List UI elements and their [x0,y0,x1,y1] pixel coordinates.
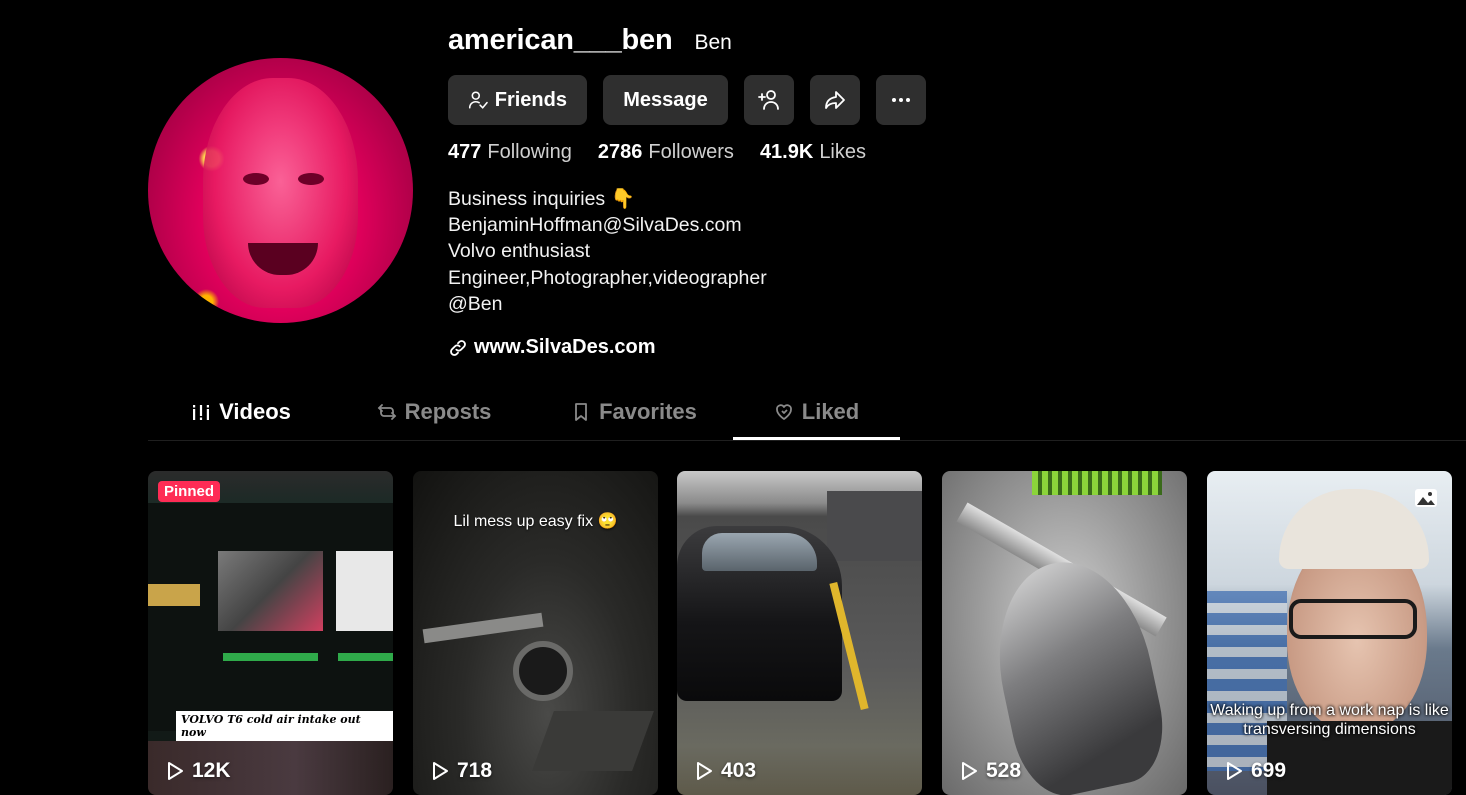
pinned-badge: Pinned [158,481,221,502]
tab-favorites[interactable]: Favorites [554,384,714,440]
thumbnail-detail [1032,471,1162,495]
stat-value: 2786 [597,141,643,163]
view-count: 403 [695,759,756,783]
stat-label: Following [487,141,572,163]
view-count: 718 [431,759,492,783]
view-count-value: 403 [721,759,757,782]
avatar-eye-left [243,173,269,185]
user-check-icon [468,91,488,109]
stat-followers[interactable]: 2786 Followers [598,141,734,164]
video-caption: Lil mess up easy fix 🙄 [453,513,618,530]
tab-label: Favorites [599,399,697,424]
heart-outline-icon [775,404,792,420]
video-caption: VOLVO T6 cold air intake out now [176,711,393,741]
more-dots-icon [892,98,910,102]
stat-value: 477 [448,141,482,163]
stat-label: Likes [819,141,867,163]
view-count-value: 718 [457,759,493,782]
username: american___ben [448,24,673,56]
thumbnail-detail [1289,599,1417,639]
tab-label: Liked [801,399,860,424]
thumbnail-detail [338,653,393,661]
play-outline-icon [433,762,448,780]
bio-line: Engineer,Photographer,videographer [448,266,767,289]
bio-line: Business inquiries 👇 [448,188,635,210]
message-button[interactable]: Message [603,75,728,125]
thumbnail-detail [827,491,922,561]
thumbnail-detail [422,612,544,644]
stat-likes: 41.9K Likes [760,141,866,164]
tab-videos[interactable]: Videos [148,384,334,440]
profile-stats: 477 Following 2786 Followers 41.9K Likes [448,141,866,164]
friends-button-label: Friends [494,88,567,111]
profile-website-link[interactable]: www.SilvaDes.com [448,336,656,359]
suggest-account-button[interactable] [744,75,794,125]
video-card[interactable]: 528 [942,471,1187,795]
thumbnail-detail [532,711,654,771]
view-count-value: 528 [986,759,1022,782]
add-user-icon [758,90,779,110]
play-outline-icon [1227,762,1242,780]
bio-line: Volvo enthusiast [448,240,591,263]
view-count: 528 [960,759,1021,783]
repost-icon [377,404,396,420]
thumbnail-detail [1279,489,1429,569]
play-outline-icon [697,762,712,780]
video-card[interactable]: Waking up from a work nap is like transv… [1207,471,1452,795]
profile-avatar[interactable] [148,58,413,323]
share-button[interactable] [810,75,860,125]
view-count: 699 [1225,759,1286,783]
play-outline-icon [168,762,183,780]
thumbnail-detail [702,533,817,571]
stat-label: Followers [648,141,734,163]
tab-liked[interactable]: Liked [733,384,900,440]
grid-lines-icon [193,405,210,420]
thumbnail-detail [148,584,200,606]
active-tab-indicator [733,437,900,440]
tab-label: Reposts [404,399,492,424]
website-text: www.SilvaDes.com [474,336,656,358]
nickname: Ben [694,31,732,54]
view-count-value: 699 [1251,759,1287,782]
bookmark-icon [575,403,587,421]
photo-carousel-icon [1415,489,1437,507]
view-count-value: 12K [192,759,231,782]
video-card[interactable]: Pinned VOLVO T6 cold air intake out now … [148,471,393,795]
thumbnail-detail [336,551,393,631]
profile-page: american___ben Ben Friends Message 477 F… [0,0,1466,795]
stat-value: 41.9K [759,141,814,163]
thumbnail-detail [513,641,573,701]
link-icon [450,339,466,356]
profile-tabs: Videos Reposts Favorites Liked [148,384,1466,441]
tab-label: Videos [219,399,291,424]
view-count: 12K [166,759,231,783]
share-arrow-icon [825,91,845,109]
user-title-row: american___ben Ben [448,24,732,57]
thumbnail-detail [979,547,1175,795]
profile-bio: Business inquiries 👇 BenjaminHoffman@Sil… [448,186,767,317]
stat-following[interactable]: 477 Following [448,141,572,164]
thumbnail-detail [223,653,318,661]
bio-line: @Ben [448,292,503,315]
video-card[interactable]: Lil mess up easy fix 🙄 718 [413,471,658,795]
video-card[interactable]: 403 [677,471,922,795]
thumbnail-detail [218,551,323,631]
friends-button[interactable]: Friends [448,75,587,125]
more-options-button[interactable] [876,75,926,125]
video-caption: Waking up from a work nap is like transv… [1210,702,1449,738]
tab-reposts[interactable]: Reposts [344,384,524,440]
avatar-eye-right [298,173,324,185]
profile-actions: Friends Message [448,75,926,125]
bio-line: BenjaminHoffman@SilvaDes.com [448,214,742,237]
play-outline-icon [962,762,977,780]
